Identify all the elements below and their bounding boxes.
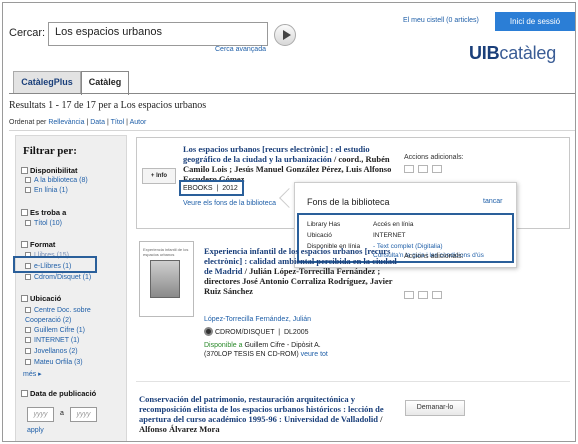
filter-group-publication-date[interactable]: Data de publicació <box>21 389 96 398</box>
checkbox-icon <box>25 307 31 313</box>
collapse-toggle-icon <box>21 390 28 397</box>
cover-image-icon <box>150 260 180 298</box>
collapse-toggle-icon <box>21 241 28 248</box>
print-icon[interactable] <box>432 165 442 173</box>
results-divider <box>9 130 575 131</box>
book-cover-thumbnail[interactable]: Experiencia infantil de los espacios urb… <box>139 241 194 317</box>
checkbox-icon <box>25 348 31 354</box>
date-from-input[interactable]: yyyy <box>27 407 54 422</box>
checkbox-icon <box>25 177 31 183</box>
action-icons <box>404 291 446 301</box>
filter-item[interactable]: En línia (1) <box>25 187 68 194</box>
basket-icon[interactable] <box>404 165 414 173</box>
filter-title: Filtrar per: <box>23 145 77 157</box>
tab-cataleg[interactable]: Catàleg <box>81 71 129 95</box>
catalog-window: Cercar: Los espacios urbanos Cerca avanç… <box>2 2 576 442</box>
sort-title[interactable]: Títol <box>111 119 125 126</box>
filter-item[interactable]: Jovellanos (2) <box>25 348 78 355</box>
checkbox-icon <box>25 220 31 226</box>
additional-actions-label: Accions adicionals: <box>404 253 464 260</box>
email-icon[interactable] <box>418 165 428 173</box>
filter-group-location[interactable]: Ubicació <box>21 294 61 303</box>
cart-link[interactable]: El meu cistell (0 articles) <box>403 17 479 24</box>
search-go-button[interactable] <box>274 24 296 46</box>
collapse-toggle-icon <box>21 209 28 216</box>
checkbox-icon <box>25 274 31 280</box>
filter-group-found-in[interactable]: Es troba a <box>21 208 66 217</box>
date-separator: a <box>60 410 64 417</box>
advanced-search-link[interactable]: Cerca avançada <box>215 46 266 53</box>
availability-info: Disponible a Guillem Cifre - Dipòsit A. … <box>204 342 328 358</box>
filter-group-format[interactable]: Format <box>21 240 55 249</box>
collapse-toggle-icon <box>21 167 28 174</box>
collapse-toggle-icon <box>21 295 28 302</box>
sort-date[interactable]: Data <box>90 119 105 126</box>
popup-title: Fons de la biblioteca <box>307 197 390 207</box>
search-input[interactable]: Los espacios urbanos <box>48 22 268 46</box>
search-label: Cercar: <box>9 27 46 39</box>
filter-group-availability[interactable]: Disponibilitat <box>21 166 78 175</box>
record-divider <box>136 381 570 382</box>
filter-item[interactable]: Guillem Cifre (1) <box>25 327 85 334</box>
checkbox-icon <box>25 359 31 365</box>
record-title[interactable]: Experiencia infantil de los espacios urb… <box>204 246 401 296</box>
login-button[interactable]: Inici de sessió <box>495 12 575 31</box>
record-format-year: CDROM/DISQUET | DL2005 <box>204 327 309 336</box>
filter-item[interactable]: A la biblioteca (8) <box>25 177 88 184</box>
basket-icon[interactable] <box>404 291 414 299</box>
highlight-ebooks-filter <box>13 256 97 273</box>
apply-date-link[interactable]: apply <box>27 427 44 434</box>
filter-item[interactable]: Centre Doc. sobre Cooperació (2) <box>25 306 123 326</box>
checkbox-icon <box>25 327 31 333</box>
date-to-input[interactable]: yyyy <box>70 407 97 422</box>
sort-author[interactable]: Autor <box>130 119 147 126</box>
uib-cataleg-logo[interactable]: UIBcatàleg <box>469 43 556 64</box>
filter-item[interactable]: Títol (10) <box>25 220 62 227</box>
sort-bar: Ordenat per Rellevància | Data | Títol |… <box>9 119 147 126</box>
view-holdings-link[interactable]: Veure els fons de la biblioteca <box>183 200 276 207</box>
checkbox-icon <box>25 337 31 343</box>
info-button[interactable]: + Info <box>142 168 176 184</box>
results-summary: Resultats 1 - 17 de 17 per a Los espacio… <box>9 100 207 111</box>
filter-item[interactable]: Cdrom/Disquet (1) <box>25 274 91 281</box>
tab-cataleg-plus[interactable]: CatàlegPlus <box>13 71 81 94</box>
see-all-link[interactable]: veure tot <box>301 351 328 358</box>
sort-relevance[interactable]: Rellevància <box>48 119 84 126</box>
author-link[interactable]: López-Torrecilla Fernández, Julián <box>204 316 311 323</box>
filter-item[interactable]: Mateu Orfila (3) <box>25 359 83 366</box>
cdrom-icon <box>204 327 213 336</box>
popup-close-link[interactable]: tancar <box>483 198 502 205</box>
highlight-format-year <box>179 180 244 196</box>
filter-item[interactable]: INTERNET (1) <box>25 337 79 344</box>
record-title[interactable]: Conservación del patrimonio, restauració… <box>139 394 397 434</box>
print-icon[interactable] <box>432 291 442 299</box>
action-icons <box>404 165 446 175</box>
additional-actions-label: Accions adicionals: <box>404 154 464 161</box>
request-button[interactable]: Demanar-lo <box>405 400 465 416</box>
checkbox-icon <box>25 187 31 193</box>
tab-divider <box>9 93 575 94</box>
more-filters-link[interactable]: més ▸ <box>23 370 42 378</box>
email-icon[interactable] <box>418 291 428 299</box>
record-title[interactable]: Los espacios urbanos [recurs electrònic]… <box>183 144 395 184</box>
